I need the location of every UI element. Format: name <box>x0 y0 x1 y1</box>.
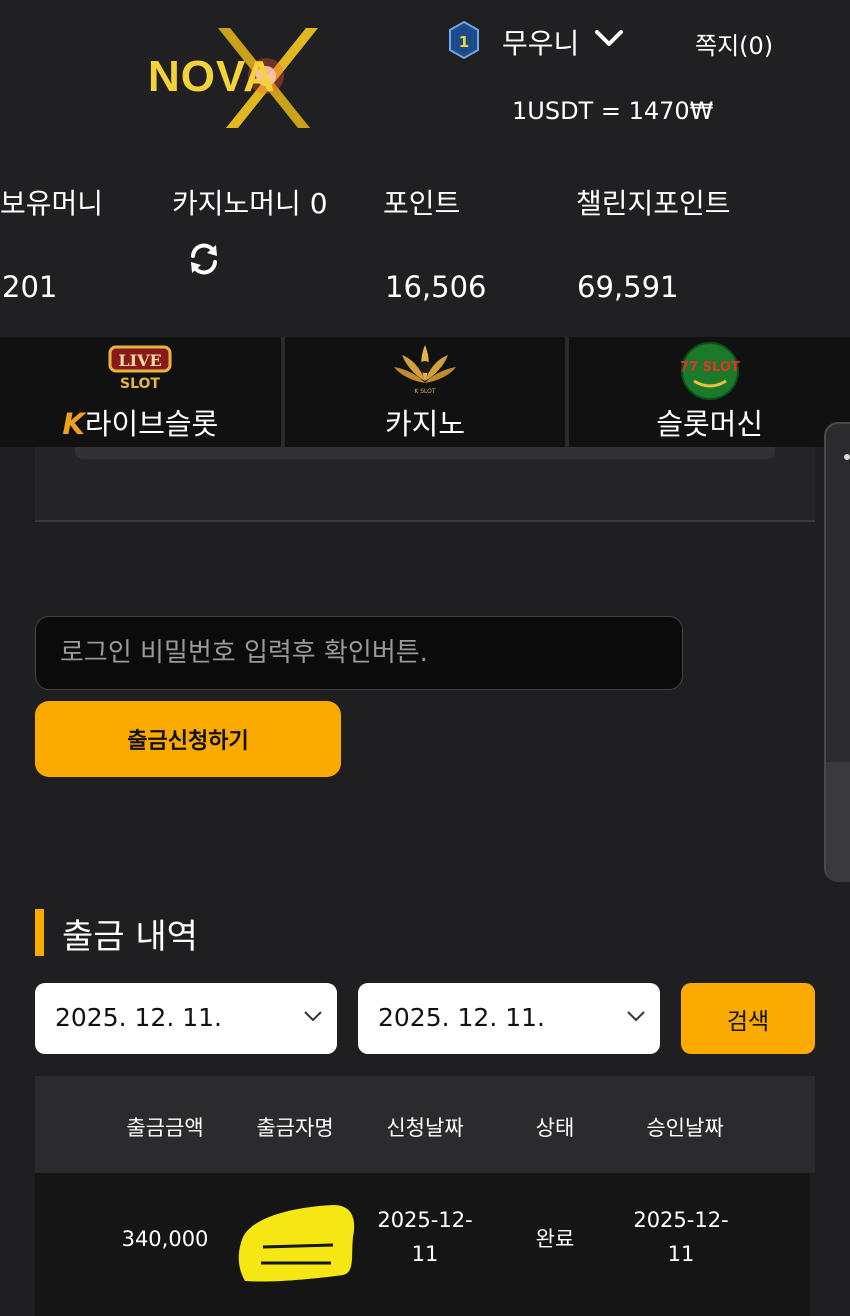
k-slot-lotus-icon: K SLOT <box>394 345 456 395</box>
previous-section-block <box>35 447 815 522</box>
history-table-header: 출금금액 출금자명 신청날짜 상태 승인날짜 <box>35 1076 815 1173</box>
rank-badge-icon: 1 <box>449 20 479 60</box>
777-slots-caption: 777 SLOTS <box>680 360 740 375</box>
password-input[interactable] <box>35 616 683 690</box>
table-row[interactable]: 340,000 2025-12- 11 완료 2025-12- 11 <box>35 1173 810 1316</box>
chevron-down-icon <box>304 1011 322 1022</box>
category-live-slot[interactable]: LIVE SLOT K라이브슬롯 <box>0 337 285 447</box>
redacted-name-scribble <box>238 1205 355 1282</box>
refresh-icon[interactable] <box>186 241 222 277</box>
column-approved-date: 승인날짜 <box>646 1116 724 1140</box>
withdraw-history-title: 출금 내역 <box>62 917 198 957</box>
column-amount: 출금금액 <box>126 1116 204 1140</box>
category-label-live-slot: K라이브슬롯 <box>0 401 281 443</box>
live-slot-caption-bottom: SLOT <box>120 376 160 392</box>
start-date-select[interactable]: 2025. 12. 11. <box>35 983 337 1054</box>
row-requested-date: 2025-12- 11 <box>360 1203 490 1271</box>
previous-section-inner <box>75 447 775 459</box>
end-date-select[interactable]: 2025. 12. 11. <box>358 983 660 1054</box>
category-nav: LIVE SLOT K라이브슬롯 K SLOT 카지노 777 SLOTS 슬롯… <box>0 337 850 447</box>
end-date-value: 2025. 12. 11. <box>378 1003 545 1032</box>
stat-label-challenge-points: 챌린지포인트 <box>576 187 731 220</box>
start-date-value: 2025. 12. 11. <box>55 1003 222 1032</box>
stat-label-casino-money: 카지노머니 0 <box>172 187 328 220</box>
row-approved-date: 2025-12- 11 <box>616 1203 746 1271</box>
logo-text: NOVA <box>148 52 276 101</box>
chevron-down-icon <box>627 1011 645 1022</box>
search-button[interactable]: 검색 <box>681 983 815 1054</box>
stat-value-points: 16,506 <box>385 270 487 304</box>
withdraw-request-button[interactable]: 출금신청하기 <box>35 701 341 777</box>
section-accent-bar <box>35 909 44 956</box>
stat-value-money: 201 <box>2 270 58 304</box>
category-casino[interactable]: K SLOT 카지노 <box>285 337 570 447</box>
row-status: 완료 <box>535 1227 575 1251</box>
live-slot-icon: LIVE SLOT <box>108 345 172 392</box>
rank-number: 1 <box>459 33 469 51</box>
column-name: 출금자명 <box>256 1116 334 1140</box>
column-status: 상태 <box>535 1116 575 1140</box>
stat-label-points: 포인트 <box>383 187 461 220</box>
category-label-slot-machine: 슬롯머신 <box>656 407 764 441</box>
category-label-casino: 카지노 <box>384 407 466 441</box>
k-slot-caption: K SLOT <box>414 388 436 395</box>
stat-value-challenge-points: 69,591 <box>577 270 679 304</box>
messages-link[interactable]: 쪽지(0) <box>695 26 773 61</box>
live-slot-caption-top: LIVE <box>119 351 162 370</box>
category-slot-machine[interactable]: 777 SLOTS 슬롯머신 <box>569 337 850 447</box>
widget-lower-panel <box>826 762 850 882</box>
row-approved-date-line1: 2025-12- <box>633 1208 729 1232</box>
777-slots-icon: 777 SLOTS <box>680 342 740 400</box>
k-prefix-icon: K <box>62 407 85 441</box>
exchange-rate: 1USDT = 1470₩ <box>512 97 714 125</box>
column-requested-date: 신청날짜 <box>386 1116 464 1140</box>
live-slot-label: 라이브슬롯 <box>84 407 219 441</box>
chevron-down-icon[interactable] <box>594 28 624 48</box>
widget-dot-icon <box>844 454 850 460</box>
row-approved-date-line2: 11 <box>667 1242 695 1266</box>
row-requested-date-line1: 2025-12- <box>377 1208 473 1232</box>
stat-label-money: 보유머니 <box>0 187 104 220</box>
row-amount: 340,000 <box>121 1227 209 1251</box>
top-header: NOVA 1 무우니 쪽지(0) 1USDT = 1470₩ 보유머니 카지노머… <box>0 0 850 337</box>
username[interactable]: 무우니 <box>502 22 579 62</box>
row-requested-date-line2: 11 <box>411 1242 439 1266</box>
nova-logo[interactable]: NOVA <box>140 28 325 128</box>
floating-side-widget[interactable] <box>824 422 850 882</box>
